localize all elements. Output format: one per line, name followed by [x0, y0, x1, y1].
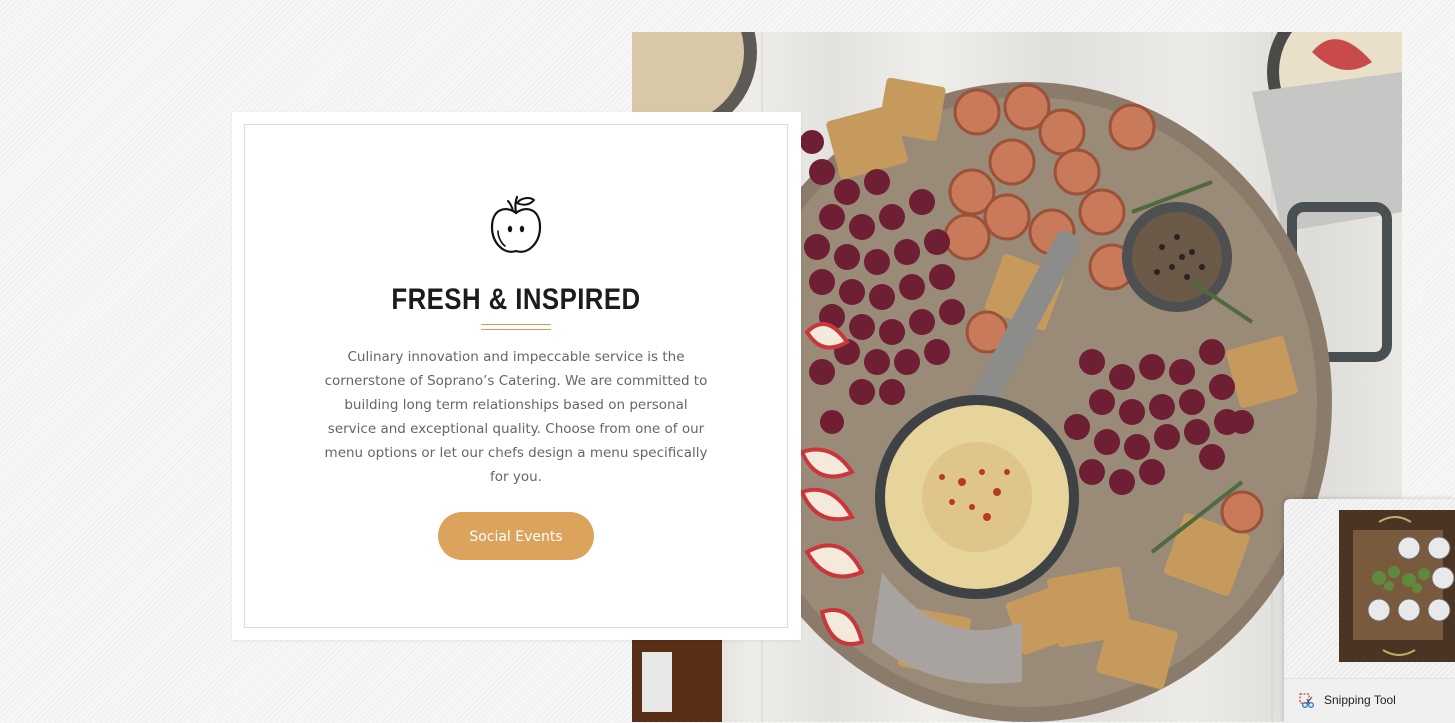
snipping-tool-bar[interactable]: Snipping Tool — [1284, 678, 1455, 723]
dining-table-thumbnail[interactable] — [1339, 510, 1455, 662]
section-heading: FRESH & INSPIRED — [391, 283, 641, 316]
intro-card: FRESH & INSPIRED Culinary innovation and… — [232, 112, 801, 640]
heading-divider — [481, 324, 551, 330]
snipping-tool-icon — [1299, 693, 1314, 708]
intro-card-frame: FRESH & INSPIRED Culinary innovation and… — [244, 124, 788, 628]
snipping-tool-popup[interactable]: Snipping Tool — [1284, 499, 1455, 723]
snipping-tool-label: Snipping Tool — [1324, 693, 1396, 707]
apple-icon — [490, 195, 542, 253]
social-events-button[interactable]: Social Events — [438, 512, 594, 560]
intro-description: Culinary innovation and impeccable servi… — [324, 349, 708, 485]
